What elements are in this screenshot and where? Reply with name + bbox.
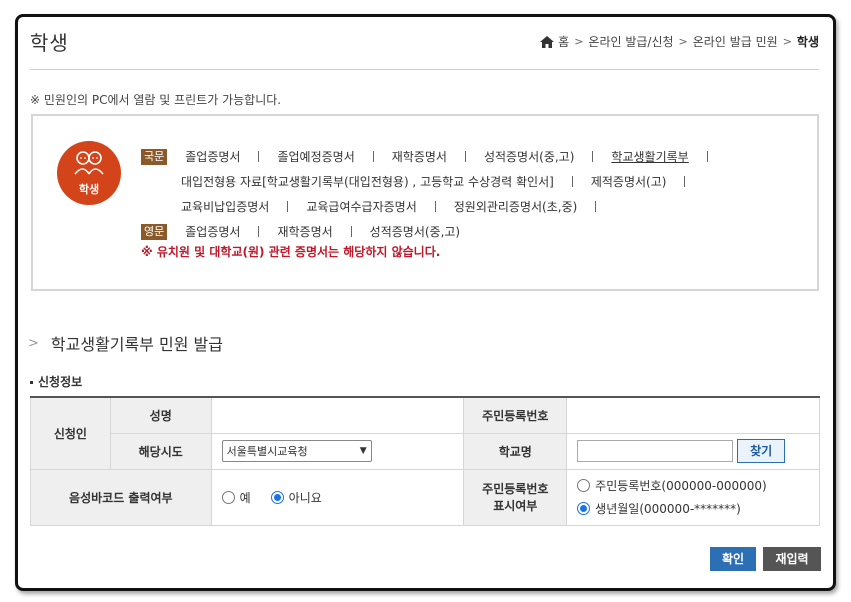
breadcrumb-current: 학생 <box>796 35 819 49</box>
divider <box>706 151 708 162</box>
home-icon[interactable] <box>540 35 555 48</box>
radio-circle[interactable] <box>577 479 591 492</box>
confirm-button[interactable]: 확인 <box>710 547 756 571</box>
reset-button[interactable]: 재입력 <box>763 547 821 571</box>
breadcrumb: 홈 > 온라인 발급/신청 > 온라인 발급 민원 > 학생 <box>540 33 819 50</box>
chevron-down-icon: ▼ <box>359 446 367 456</box>
breadcrumb-home[interactable]: 홈 <box>558 33 569 50</box>
cert-expected-graduation[interactable]: 졸업예정증명서 <box>277 148 354 165</box>
find-school-button[interactable]: 찾기 <box>737 439 786 463</box>
cert-en-transcript[interactable]: 성적증명서(중,고) <box>370 223 460 240</box>
divider <box>592 151 594 162</box>
divider <box>350 226 352 237</box>
region-label: 해당시도 <box>109 432 212 470</box>
barcode-yes-label: 예 <box>239 490 251 505</box>
divider <box>258 151 260 162</box>
sub-title: 신청정보 <box>30 373 82 390</box>
breadcrumb-online-civil[interactable]: 온라인 발급 민원 <box>693 33 778 50</box>
barcode-no-radio[interactable]: 아니요 <box>270 489 322 506</box>
cert-tuition-payment[interactable]: 교육비납입증명서 <box>181 198 269 215</box>
section-title: > 학교생활기록부 민원 발급 <box>28 331 223 355</box>
cert-transcript[interactable]: 성적증명서(중,고) <box>484 148 574 165</box>
divider <box>464 151 466 162</box>
barcode-no-label: 아니요 <box>288 490 322 505</box>
warning-text: ※ 유치원 및 대학교(원) 관련 증명서는 해당하지 않습니다. <box>141 245 441 259</box>
divider <box>258 226 260 237</box>
school-name-input[interactable] <box>577 440 734 462</box>
barcode-yes-radio[interactable]: 예 <box>221 489 251 506</box>
rrn-display-full-label: 주민등록번호(000000-000000) <box>595 479 767 493</box>
section-title-text: 학교생활기록부 민원 발급 <box>50 335 223 354</box>
cert-extra-quota[interactable]: 정원외관리증명서(초,중) <box>454 198 578 215</box>
cert-enrollment[interactable]: 재학증명서 <box>392 148 447 165</box>
rrn-value <box>566 396 820 434</box>
barcode-radio-group: 예 아니요 <box>221 489 464 506</box>
name-value <box>210 396 465 434</box>
page-title: 학생 <box>30 31 69 55</box>
barcode-label: 음성바코드 출력여부 <box>30 468 212 526</box>
window-frame: 학생 홈 > 온라인 발급/신청 > 온라인 발급 민원 > 학생 ※ 민원인의… <box>15 14 836 591</box>
region-select-value: 서울특별시교육청 <box>226 445 308 458</box>
notice-text: ※ 민원인의 PC에서 열람 및 프린트가 가능합니다. <box>30 93 282 107</box>
application-form: 신청인 성명 주민등록번호 해당시도 서울특별시교육청 ▼ 학교명 찾기 음성바… <box>30 396 820 526</box>
cert-graduation[interactable]: 졸업증명서 <box>185 148 240 165</box>
divider <box>571 176 573 187</box>
bullet-icon <box>30 381 33 384</box>
korean-row-1: 국문 졸업증명서 졸업예정증명서 재학증명서 성적증명서(중,고) 학교생활기록… <box>141 148 726 165</box>
rrn-display-label-line1: 주민등록번호 <box>482 482 549 496</box>
divider <box>684 176 686 187</box>
certificate-box: 학생 국문 졸업증명서 졸업예정증명서 재학증명서 성적증명서(중,고) 학교생… <box>31 114 819 291</box>
rrn-display-label-line2: 표시여부 <box>493 499 538 513</box>
radio-circle-selected[interactable] <box>270 490 284 504</box>
rrn-display-label: 주민등록번호 표시여부 <box>463 468 568 526</box>
divider <box>434 201 436 212</box>
korean-row-2: 대입전형용 자료[학교생활기록부(대입전형용) , 고등학교 수상경력 확인서]… <box>181 173 703 190</box>
rrn-label: 주민등록번호 <box>463 396 568 434</box>
cert-en-enrollment[interactable]: 재학증명서 <box>277 223 332 240</box>
title-divider <box>30 69 819 70</box>
english-row: 영문 졸업증명서 재학증명서 성적증명서(중,고) <box>141 223 460 240</box>
korean-badge: 국문 <box>141 148 168 165</box>
name-label: 성명 <box>109 396 212 434</box>
rrn-display-birth-label: 생년월일(000000-*******) <box>595 502 741 516</box>
cert-en-graduation[interactable]: 졸업증명서 <box>185 223 240 240</box>
english-badge: 영문 <box>141 223 168 240</box>
chevron-right-icon: > <box>28 335 39 351</box>
radio-circle[interactable] <box>221 490 235 504</box>
student-avatar: 학생 <box>57 141 121 205</box>
divider <box>287 201 289 212</box>
avatar-label: 학생 <box>78 183 100 196</box>
chevron-right-icon: > <box>574 35 584 48</box>
sub-title-text: 신청정보 <box>38 375 83 389</box>
rrn-display-full-radio[interactable]: 주민등록번호(000000-000000) <box>577 477 799 494</box>
korean-row-3: 교육비납입증명서 교육급여수급자증명서 정원외관리증명서(초,중) <box>181 198 614 215</box>
cert-school-record[interactable]: 학교생활기록부 <box>611 148 688 165</box>
applicant-label: 신청인 <box>30 396 111 470</box>
cert-education-benefit[interactable]: 교육급여수급자증명서 <box>306 198 416 215</box>
region-select[interactable]: 서울특별시교육청 ▼ <box>221 440 372 462</box>
rrn-display-radio-group: 주민등록번호(000000-000000) 생년월일(000000-******… <box>577 477 819 517</box>
breadcrumb-online-issue[interactable]: 온라인 발급/신청 <box>588 33 673 50</box>
divider <box>372 151 374 162</box>
radio-circle-selected[interactable] <box>577 502 591 515</box>
students-icon <box>74 151 104 175</box>
cert-expulsion[interactable]: 제적증명서(고) <box>591 173 667 190</box>
divider <box>595 201 597 212</box>
rrn-display-birth-radio[interactable]: 생년월일(000000-*******) <box>577 500 799 517</box>
school-label: 학교명 <box>463 432 568 470</box>
cert-admission-data[interactable]: 대입전형용 자료[학교생활기록부(대입전형용) , 고등학교 수상경력 확인서] <box>181 173 554 190</box>
chevron-right-icon: > <box>678 35 688 48</box>
chevron-right-icon: > <box>782 35 792 48</box>
